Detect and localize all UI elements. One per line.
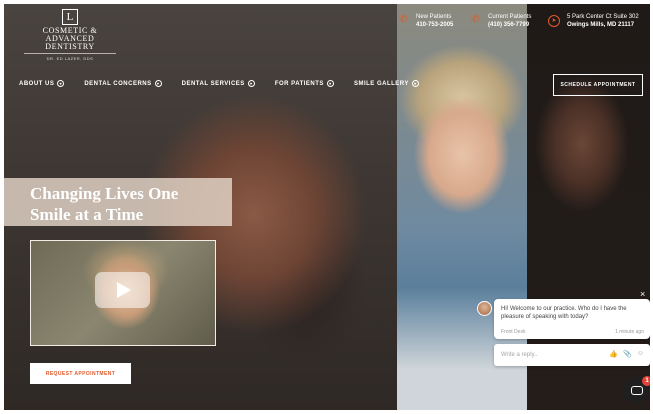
nav-label: ABOUT US: [19, 80, 55, 87]
thumbs-up-icon[interactable]: 👍: [609, 350, 618, 358]
headline-line-1: Changing Lives One: [30, 184, 179, 203]
nav-label: DENTAL SERVICES: [181, 80, 245, 87]
contact-address[interactable]: ➤ 5 Park Center Ct Suite 302 Owings Mill…: [548, 13, 639, 29]
contact-phone: 410-753-2005: [416, 22, 454, 28]
chevron-down-icon: ▾: [154, 80, 162, 87]
chevron-down-icon: ▾: [247, 80, 255, 87]
contact-label: Current Patients: [488, 14, 532, 20]
site-logo[interactable]: L COSMETIC & ADVANCED DENTISTRY DR. ED L…: [20, 9, 120, 61]
phone-icon: ✆: [471, 14, 480, 25]
schedule-appointment-button[interactable]: SCHEDULE APPOINTMENT: [553, 74, 643, 96]
nav-dental-concerns[interactable]: DENTAL CONCERNS ▾: [84, 80, 162, 87]
contact-phone: (410) 356-7799: [488, 22, 530, 28]
chat-reply-placeholder: Write a reply..: [501, 352, 538, 358]
chevron-down-icon: ▾: [326, 80, 334, 87]
chat-input-actions: 👍 📎 ☺: [609, 350, 644, 358]
main-nav: ABOUT US ▾ DENTAL CONCERNS ▾ DENTAL SERV…: [19, 80, 439, 87]
nav-label: DENTAL CONCERNS: [84, 80, 152, 87]
address-line-2: Owings Mills, MD 21117: [567, 22, 635, 28]
nav-label: SMILE GALLERY: [353, 80, 409, 87]
chevron-down-icon: ▾: [57, 80, 65, 87]
avatar: [477, 301, 492, 316]
logo-divider: [24, 53, 116, 54]
chat-message-text: Hi! Welcome to our practice. Who do I ha…: [501, 306, 627, 320]
nav-smile-gallery[interactable]: SMILE GALLERY ▾: [354, 80, 419, 87]
play-icon[interactable]: [95, 272, 150, 308]
contact-label: New Patients: [416, 14, 452, 20]
chat-message-bubble[interactable]: Hi! Welcome to our practice. Who do I ha…: [494, 299, 650, 339]
hero-headline: Changing Lives One Smile at a Time: [30, 183, 230, 225]
contact-new-patients[interactable]: ✆ New Patients 410-753-2005: [399, 13, 453, 29]
phone-icon: ✆: [399, 14, 408, 25]
attachment-icon[interactable]: 📎: [623, 350, 632, 358]
contact-current-patients[interactable]: ✆ Current Patients (410) 356-7799: [471, 13, 531, 29]
nav-about-us[interactable]: ABOUT US ▾: [19, 80, 65, 87]
request-appointment-button[interactable]: REQUEST APPOINTMENT: [30, 363, 131, 384]
website-frame: L COSMETIC & ADVANCED DENTISTRY DR. ED L…: [4, 4, 650, 410]
chat-bubble-icon: [631, 386, 643, 395]
nav-dental-services[interactable]: DENTAL SERVICES ▾: [182, 80, 255, 87]
address-line-1: 5 Park Center Ct Suite 302: [567, 14, 639, 20]
headline-line-2: Smile at a Time: [30, 205, 144, 224]
nav-for-patients[interactable]: FOR PATIENTS ▾: [275, 80, 334, 87]
chat-timestamp: 1 minute ago: [615, 329, 644, 335]
emoji-icon[interactable]: ☺: [637, 350, 644, 358]
close-icon[interactable]: ×: [640, 290, 645, 299]
logo-line-1: COSMETIC & ADVANCED: [42, 26, 98, 43]
nav-label: FOR PATIENTS: [274, 80, 324, 87]
notification-badge: 1: [642, 376, 650, 386]
logo-subtitle: DR. ED LAZER, DDS: [46, 56, 94, 61]
location-arrow-icon: ➤: [548, 15, 560, 27]
logo-line-2: DENTISTRY: [45, 42, 95, 51]
chevron-down-icon: ▾: [411, 80, 419, 87]
chat-reply-field[interactable]: Write a reply.. 👍 📎 ☺: [494, 344, 650, 366]
logo-mark: L: [62, 9, 78, 25]
chat-sender: Front Desk: [501, 329, 526, 335]
